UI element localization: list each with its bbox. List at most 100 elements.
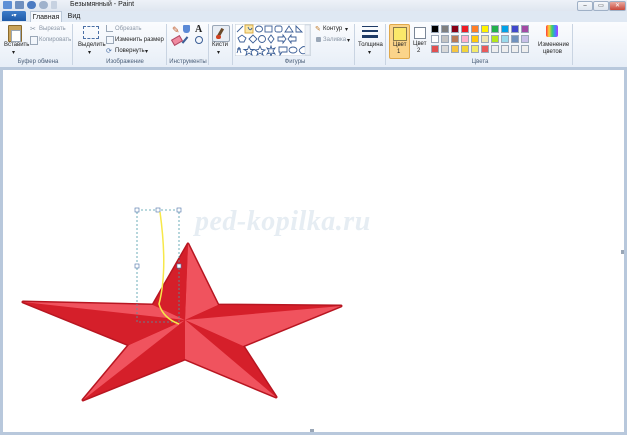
ribbon: Вставить ▾ ✂ Вырезать Копировать Буфер о… (0, 22, 627, 68)
palette-swatch[interactable] (501, 35, 509, 43)
palette-swatch[interactable] (471, 25, 479, 33)
select-dropdown-icon[interactable]: ▾ (88, 49, 91, 56)
fill-button[interactable]: Заливка (323, 37, 346, 43)
select-button[interactable]: Выделить (78, 42, 106, 48)
palette-swatch[interactable] (441, 45, 449, 53)
magnifier-icon[interactable] (195, 36, 203, 44)
crop-icon (106, 25, 113, 32)
eraser-icon[interactable] (170, 34, 184, 47)
fill-bucket-icon (316, 37, 321, 42)
brushes-button[interactable]: Кисти (212, 42, 228, 48)
resize-button[interactable]: Изменить размер (115, 37, 164, 43)
size-button[interactable]: Толщина (358, 42, 383, 48)
edit-colors-line2[interactable]: цветов (543, 49, 562, 55)
color-1-button[interactable]: Цвет 1 (389, 24, 410, 59)
drawing-canvas[interactable]: ped-kopilka.ru (3, 70, 624, 432)
color-1-label-line2: 1 (397, 49, 401, 55)
canvas-area: ped-kopilka.ru (0, 67, 627, 435)
brushes-dropdown-icon[interactable]: ▾ (217, 49, 220, 56)
palette-swatch[interactable] (501, 45, 509, 53)
palette-swatch[interactable] (481, 45, 489, 53)
copy-button[interactable]: Копировать (39, 37, 71, 43)
crop-button[interactable]: Обрезать (115, 26, 141, 32)
separator (208, 24, 209, 65)
red-star (21, 242, 343, 402)
canvas-resize-handle[interactable] (310, 429, 314, 432)
paint-app-icon[interactable] (3, 1, 12, 9)
palette-swatch[interactable] (471, 45, 479, 53)
palette-swatch[interactable] (491, 25, 499, 33)
color-picker-icon[interactable] (181, 36, 189, 44)
resize-icon (106, 36, 114, 44)
text-icon[interactable]: A (195, 24, 202, 35)
color-2-swatch (414, 27, 426, 39)
redo-icon[interactable] (39, 1, 48, 9)
outline-dropdown-icon[interactable]: ▾ (345, 26, 348, 33)
palette-swatch[interactable] (471, 35, 479, 43)
cut-button[interactable]: Вырезать (39, 26, 66, 32)
palette-swatch[interactable] (501, 25, 509, 33)
scissors-icon: ✂ (30, 26, 36, 33)
customize-toolbar-icon[interactable] (51, 1, 57, 9)
palette-swatch[interactable] (461, 25, 469, 33)
palette-swatch[interactable] (521, 45, 529, 53)
palette-swatch[interactable] (521, 35, 529, 43)
canvas-resize-handle[interactable] (621, 250, 624, 254)
size-dropdown-icon[interactable]: ▾ (368, 49, 371, 56)
color-1-swatch (393, 27, 407, 41)
clipboard-group-label: Буфер обмена (17, 59, 59, 65)
rotate-icon: ⟳ (106, 48, 112, 55)
palette-swatch[interactable] (451, 35, 459, 43)
minimize-button[interactable]: – (577, 1, 593, 11)
star-drawing (21, 207, 343, 402)
tools-group-label: Инструменты (169, 59, 207, 65)
palette-swatch[interactable] (511, 25, 519, 33)
separator (232, 24, 233, 65)
palette-swatch[interactable] (461, 45, 469, 53)
outline-button[interactable]: Контур (323, 26, 342, 32)
separator (572, 24, 573, 65)
palette-swatch[interactable] (491, 45, 499, 53)
palette-swatch[interactable] (431, 25, 439, 33)
rotate-dropdown-icon[interactable]: ▾ (145, 48, 148, 55)
separator (72, 24, 73, 65)
save-icon[interactable] (15, 1, 24, 9)
paste-icon[interactable] (8, 25, 22, 42)
palette-swatch[interactable] (441, 25, 449, 33)
tab-view[interactable]: Вид (64, 11, 84, 22)
color-2-label-line2: 2 (417, 48, 421, 54)
color-palette (431, 25, 531, 55)
palette-swatch[interactable] (451, 25, 459, 33)
undo-icon[interactable] (27, 1, 36, 9)
close-button[interactable]: ✕ (609, 1, 626, 11)
fill-dropdown-icon[interactable]: ▾ (347, 37, 350, 44)
edit-colors-line1[interactable]: Изменение (538, 42, 569, 48)
file-menu-button[interactable]: ▪▾ (2, 11, 26, 21)
paste-button[interactable]: Вставить (4, 42, 29, 48)
color-1-label-line1: Цвет (393, 42, 407, 48)
palette-swatch[interactable] (461, 35, 469, 43)
palette-swatch[interactable] (481, 35, 489, 43)
rotate-button[interactable]: Повернуть (115, 48, 145, 54)
palette-swatch[interactable] (451, 45, 459, 53)
brush-icon[interactable] (212, 25, 230, 42)
size-icon[interactable] (362, 26, 378, 40)
edit-colors-icon[interactable] (546, 25, 558, 37)
maximize-button[interactable]: ▭ (593, 1, 609, 11)
copy-icon (30, 36, 38, 45)
palette-swatch[interactable] (431, 35, 439, 43)
select-icon[interactable] (83, 26, 99, 39)
palette-swatch[interactable] (511, 35, 519, 43)
palette-swatch[interactable] (481, 25, 489, 33)
colors-group-label: Цвета (471, 59, 489, 65)
image-group-label: Изображение (106, 59, 144, 65)
palette-swatch[interactable] (441, 35, 449, 43)
fill-icon[interactable] (183, 25, 190, 33)
palette-swatch[interactable] (491, 35, 499, 43)
palette-swatch[interactable] (431, 45, 439, 53)
palette-swatch[interactable] (521, 25, 529, 33)
shapes-gallery[interactable] (235, 24, 311, 56)
paste-dropdown-icon[interactable]: ▾ (12, 49, 15, 56)
palette-swatch[interactable] (511, 45, 519, 53)
color-2-button[interactable]: Цвет 2 (411, 24, 428, 57)
